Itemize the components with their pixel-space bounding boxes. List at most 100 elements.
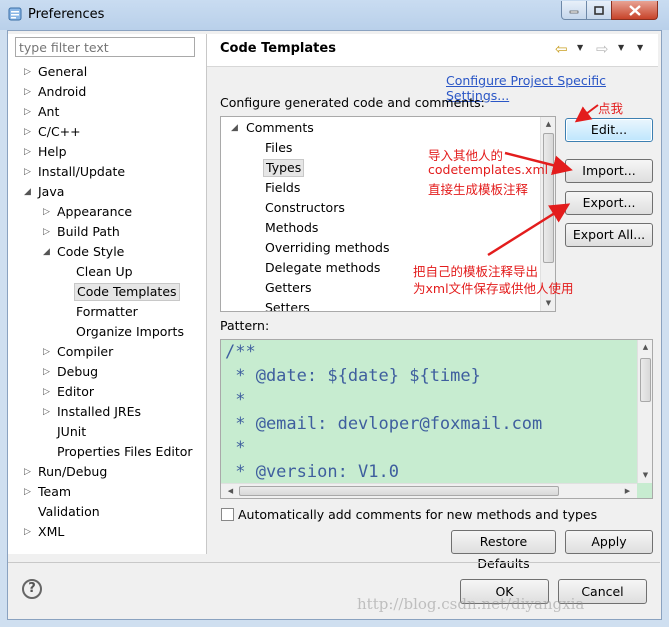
tree-item[interactable]: Install/Update <box>38 163 125 181</box>
annotation-click-me: 点我 <box>598 101 624 116</box>
template-item[interactable]: Getters <box>265 279 312 297</box>
collapsed-arrow-icon[interactable]: ▷ <box>24 143 34 161</box>
scroll-down-icon[interactable]: ▼ <box>541 296 555 311</box>
help-icon[interactable]: ? <box>22 579 42 599</box>
scroll-thumb[interactable] <box>640 358 651 402</box>
tree-item[interactable]: Build Path <box>57 223 120 241</box>
tree-item[interactable]: XML <box>38 523 64 541</box>
tree-item[interactable]: Clean Up <box>76 263 133 281</box>
expanded-arrow-icon[interactable]: ◢ <box>43 243 53 261</box>
tree-item[interactable]: Run/Debug <box>38 463 107 481</box>
pattern-vscrollbar[interactable]: ▲ ▼ <box>637 340 652 483</box>
tree-item[interactable]: Installed JREs <box>57 403 141 421</box>
tree-item[interactable]: Editor <box>57 383 94 401</box>
tree-item[interactable]: Debug <box>57 363 98 381</box>
tree-item[interactable]: Help <box>38 143 67 161</box>
preferences-window: Preferences ▷General▷Android▷Ant▷C/C++▷H… <box>0 0 669 627</box>
scroll-up-icon[interactable]: ▲ <box>638 340 652 355</box>
auto-comments-label: Automatically add comments for new metho… <box>238 507 598 522</box>
tree-item[interactable]: Compiler <box>57 343 113 361</box>
template-item[interactable]: Setters <box>265 299 310 311</box>
tree-item[interactable]: Organize Imports <box>76 323 184 341</box>
code-line: * <box>225 438 246 458</box>
collapsed-arrow-icon[interactable]: ▷ <box>24 483 34 501</box>
template-item[interactable]: Types <box>263 159 305 177</box>
collapsed-arrow-icon[interactable]: ▷ <box>43 203 53 221</box>
collapsed-arrow-icon[interactable]: ▷ <box>24 103 34 121</box>
tree-item[interactable]: Java <box>38 183 64 201</box>
scroll-left-icon[interactable]: ◀ <box>223 484 238 498</box>
scroll-right-icon[interactable]: ▶ <box>620 484 635 498</box>
pattern-editor[interactable]: /** * @date: ${date} ${time} * * @email:… <box>220 339 653 499</box>
export-button[interactable]: Export... <box>565 191 653 215</box>
code-line: * @date: ${date} ${time} <box>225 366 481 386</box>
tree-item[interactable]: Appearance <box>57 203 132 221</box>
template-item[interactable]: Comments <box>246 119 314 137</box>
maximize-button[interactable] <box>586 1 612 20</box>
view-menu-icon[interactable]: ▼ <box>637 43 643 52</box>
restore-defaults-button[interactable]: Restore Defaults <box>451 530 556 571</box>
watermark: http://blog.csdn.net/diyangxia <box>357 595 585 613</box>
collapsed-arrow-icon[interactable]: ▷ <box>24 83 34 101</box>
forward-arrow-icon[interactable]: ⇨ <box>596 40 609 58</box>
edit-button[interactable]: Edit... <box>565 118 653 142</box>
scroll-thumb[interactable] <box>239 486 559 496</box>
page-title: Code Templates <box>220 41 336 56</box>
back-arrow-icon[interactable]: ⇦ <box>555 40 568 58</box>
configure-label: Configure generated code and comments: <box>220 95 485 110</box>
template-item[interactable]: Overriding methods <box>265 239 389 257</box>
back-dropdown-icon[interactable]: ▼ <box>577 43 583 52</box>
collapsed-arrow-icon[interactable]: ▷ <box>24 463 34 481</box>
template-item[interactable]: Fields <box>265 179 300 197</box>
auto-comments-checkbox[interactable] <box>221 508 234 521</box>
collapsed-arrow-icon[interactable]: ▷ <box>24 523 34 541</box>
tree-item[interactable]: Android <box>38 83 86 101</box>
collapsed-arrow-icon[interactable]: ▷ <box>43 403 53 421</box>
tree-item[interactable]: Formatter <box>76 303 138 321</box>
scroll-down-icon[interactable]: ▼ <box>638 468 652 483</box>
pattern-label: Pattern: <box>220 318 270 333</box>
template-item[interactable]: Files <box>265 139 292 157</box>
filter-input[interactable] <box>15 37 195 57</box>
close-button[interactable] <box>611 1 658 20</box>
collapsed-arrow-icon[interactable]: ▷ <box>24 63 34 81</box>
collapsed-arrow-icon[interactable]: ▷ <box>24 163 34 181</box>
tree-item[interactable]: Validation <box>38 503 100 521</box>
tree-item[interactable]: JUnit <box>57 423 86 441</box>
code-line: * @email: devloper@foxmail.com <box>225 414 543 434</box>
export-all-button[interactable]: Export All... <box>565 223 653 247</box>
pattern-hscrollbar[interactable]: ◀ ▶ <box>221 483 637 498</box>
tree-item[interactable]: Team <box>38 483 71 501</box>
collapsed-arrow-icon[interactable]: ▷ <box>43 363 53 381</box>
expanded-arrow-icon[interactable]: ◢ <box>231 119 241 137</box>
collapsed-arrow-icon[interactable]: ▷ <box>43 343 53 361</box>
annotation-import-line2: codetemplates.xml <box>428 162 549 177</box>
close-icon <box>628 4 641 16</box>
collapsed-arrow-icon[interactable]: ▷ <box>43 223 53 241</box>
collapsed-arrow-icon[interactable]: ▷ <box>43 383 53 401</box>
tree-item[interactable]: Ant <box>38 103 59 121</box>
window-title: Preferences <box>28 7 105 22</box>
code-line: * <box>225 390 246 410</box>
forward-dropdown-icon[interactable]: ▼ <box>618 43 624 52</box>
tree-item[interactable]: C/C++ <box>38 123 81 141</box>
tree-item[interactable]: Properties Files Editor <box>57 443 193 461</box>
tree-item[interactable]: Code Style <box>57 243 124 261</box>
template-item[interactable]: Delegate methods <box>265 259 380 277</box>
minimize-button[interactable] <box>561 1 587 20</box>
annotation-import-line3: 直接生成模板注释 <box>428 182 529 197</box>
code-line: * @version: V1.0 <box>225 462 399 482</box>
expanded-arrow-icon[interactable]: ◢ <box>24 183 34 201</box>
scroll-up-icon[interactable]: ▲ <box>541 117 555 132</box>
collapsed-arrow-icon[interactable]: ▷ <box>24 123 34 141</box>
title-bar: Preferences <box>0 0 669 30</box>
annotation-export-line2: 为xml文件保存或供他人使用 <box>413 281 574 296</box>
import-button[interactable]: Import... <box>565 159 653 183</box>
tree-item[interactable]: General <box>38 63 87 81</box>
template-item[interactable]: Methods <box>265 219 318 237</box>
preferences-icon <box>8 7 22 21</box>
apply-button[interactable]: Apply <box>565 530 653 554</box>
template-item[interactable]: Constructors <box>265 199 345 217</box>
scroll-thumb[interactable] <box>543 133 554 263</box>
tree-item[interactable]: Code Templates <box>74 283 180 301</box>
